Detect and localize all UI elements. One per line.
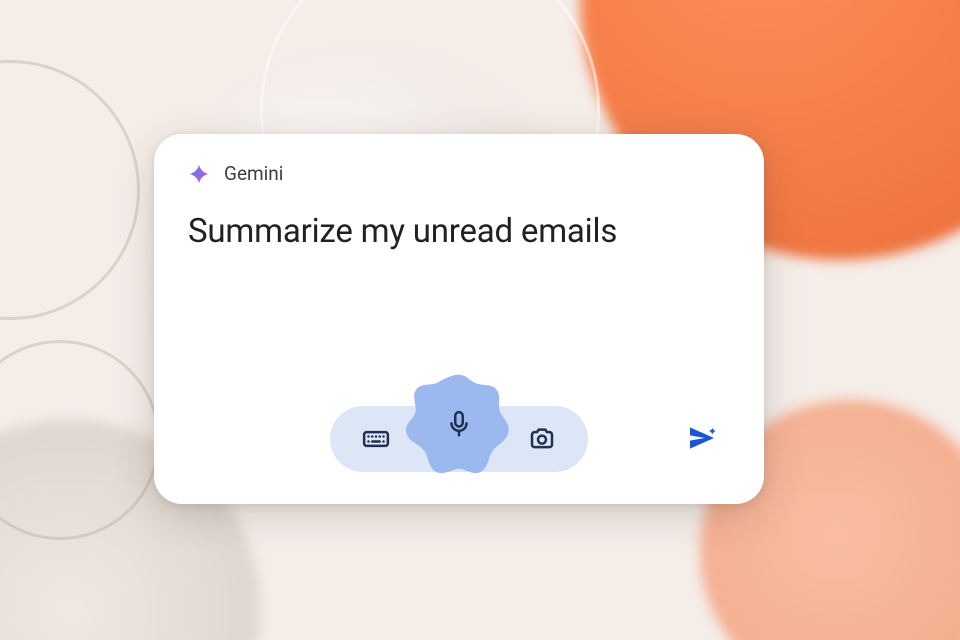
prompt-text: Summarize my unread emails — [188, 211, 730, 252]
camera-icon — [527, 424, 557, 454]
assistant-card: Gemini Summarize my unread emails — [154, 134, 764, 504]
microphone-button[interactable] — [399, 364, 519, 484]
keyboard-button[interactable] — [354, 417, 398, 461]
action-row — [188, 368, 730, 478]
keyboard-icon — [361, 424, 391, 454]
send-icon — [686, 422, 718, 454]
send-button[interactable] — [680, 416, 724, 460]
brand-label: Gemini — [224, 162, 283, 185]
card-header: Gemini — [188, 162, 730, 185]
gemini-spark-icon — [188, 163, 210, 185]
microphone-icon — [441, 406, 477, 442]
camera-button[interactable] — [520, 417, 564, 461]
